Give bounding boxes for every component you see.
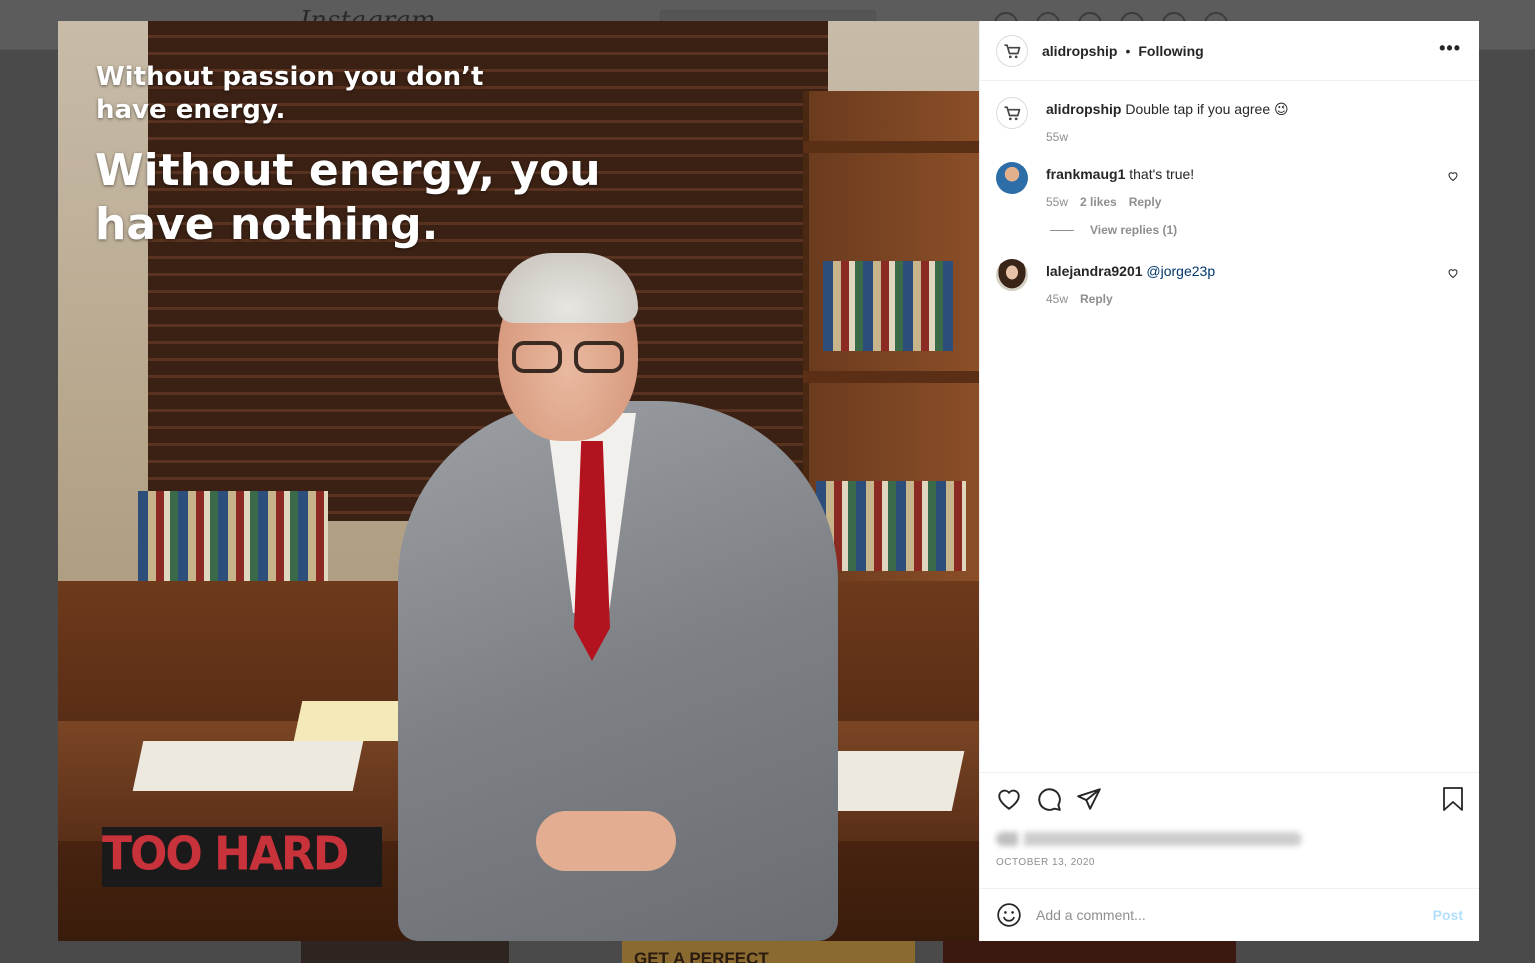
- comment-item: frankmaug1 that's true! 55w 2 likes Repl…: [996, 162, 1463, 209]
- avatar[interactable]: [996, 162, 1028, 194]
- background-tile-text: GET A PERFECT: [634, 949, 769, 963]
- comment-age[interactable]: 55w: [1046, 195, 1068, 209]
- like-button[interactable]: [996, 786, 1022, 812]
- heart-icon[interactable]: [1447, 170, 1459, 182]
- ellipsis-icon[interactable]: •••: [1439, 39, 1461, 57]
- post-header: alidropship • Following •••: [980, 21, 1479, 81]
- reply-button[interactable]: Reply: [1129, 195, 1162, 209]
- post-date[interactable]: OCTOBER 13, 2020: [996, 857, 1463, 868]
- bookmark-icon[interactable]: [1441, 786, 1465, 812]
- heart-icon[interactable]: [1447, 267, 1459, 279]
- paper-plane-icon: [1077, 788, 1101, 810]
- image-quote-line-1: Without passion you don’t have energy.: [96, 62, 484, 125]
- person-glasses: [510, 341, 630, 373]
- add-comment-bar: Post: [980, 888, 1479, 941]
- reply-button[interactable]: Reply: [1080, 292, 1113, 306]
- likes-summary[interactable]: [996, 829, 1463, 849]
- view-replies-label: View replies (1): [1090, 223, 1178, 237]
- following-button[interactable]: Following: [1138, 43, 1203, 59]
- background-feed-tile: [943, 941, 1236, 963]
- comments-list: alidropship Double tap if you agree 😉 55…: [980, 81, 1479, 772]
- caption-text: Double tap if you agree 😉: [1125, 101, 1289, 117]
- comment-likes[interactable]: 2 likes: [1080, 195, 1117, 209]
- background-feed-tile: [301, 941, 509, 963]
- caption-age[interactable]: 55w: [1046, 130, 1068, 144]
- avatar[interactable]: [996, 34, 1028, 67]
- comment-username[interactable]: frankmaug1: [1046, 166, 1125, 182]
- header-separator: •: [1125, 42, 1131, 59]
- comment-text: that's true!: [1129, 166, 1195, 182]
- avatar[interactable]: [996, 97, 1028, 129]
- caption-username[interactable]: alidropship: [1046, 101, 1121, 117]
- background-feed-tile: GET A PERFECT: [622, 941, 915, 963]
- header-username[interactable]: alidropship: [1042, 43, 1117, 59]
- comment-username[interactable]: lalejandra9201: [1046, 263, 1143, 279]
- comment-item: lalejandra9201 @jorge23p 45w Reply: [996, 259, 1463, 306]
- share-button[interactable]: [1076, 786, 1102, 812]
- avatar[interactable]: [996, 259, 1028, 291]
- view-replies-button[interactable]: View replies (1): [1050, 223, 1463, 237]
- smiley-icon: [997, 903, 1021, 927]
- heart-icon: [998, 789, 1020, 810]
- comment-mention[interactable]: @jorge23p: [1146, 263, 1215, 279]
- comment-age[interactable]: 45w: [1046, 292, 1068, 306]
- post-image[interactable]: TOO HARD Without passion you don’t have …: [58, 21, 979, 941]
- comment-button[interactable]: [1036, 786, 1062, 812]
- comment-input[interactable]: [1036, 907, 1433, 923]
- emoji-button[interactable]: [996, 902, 1022, 928]
- cart-logo-icon: [1004, 43, 1021, 58]
- post-modal: TOO HARD Without passion you don’t have …: [58, 21, 1479, 941]
- post-button[interactable]: Post: [1433, 907, 1463, 923]
- post-side-panel: alidropship • Following ••• alidropship …: [979, 21, 1479, 941]
- cart-logo-icon: [1004, 106, 1021, 121]
- comment-bubble-icon: [1038, 788, 1061, 811]
- caption: alidropship Double tap if you agree 😉 55…: [996, 97, 1463, 144]
- image-quote-line-2: Without energy, you have nothing.: [95, 145, 601, 250]
- post-actions: OCTOBER 13, 2020: [980, 772, 1479, 888]
- desk-sign-text: TOO HARD: [102, 827, 349, 882]
